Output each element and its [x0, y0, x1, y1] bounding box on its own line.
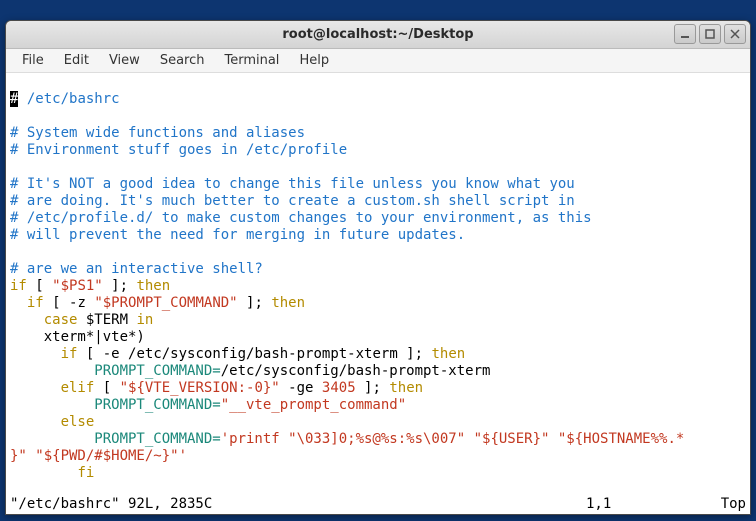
minimize-button[interactable] — [674, 24, 696, 44]
code-line: # are we an interactive shell? — [10, 261, 263, 277]
status-position: 1,1 — [586, 496, 706, 513]
code-line: PROMPT_COMMAND="__vte_prompt_command" — [10, 397, 406, 413]
menu-terminal[interactable]: Terminal — [214, 51, 289, 70]
menu-file[interactable]: File — [12, 51, 54, 70]
window-title: root@localhost:~/Desktop — [6, 27, 750, 42]
code-line: fi — [10, 465, 94, 481]
code-line: # /etc/bashrc — [10, 91, 120, 107]
code-line: else — [10, 414, 94, 430]
status-scroll: Top — [706, 496, 746, 513]
close-button[interactable] — [724, 24, 746, 44]
code-line: # /etc/profile.d/ to make custom changes… — [10, 210, 592, 226]
window-buttons — [674, 24, 746, 44]
titlebar: root@localhost:~/Desktop — [6, 21, 750, 49]
code-line: # It's NOT a good idea to change this fi… — [10, 176, 575, 192]
vim-status-line: "/etc/bashrc" 92L, 2835C 1,1 Top — [10, 496, 746, 513]
status-file: "/etc/bashrc" 92L, 2835C — [10, 496, 586, 513]
menu-edit[interactable]: Edit — [54, 51, 99, 70]
close-icon — [730, 29, 740, 39]
code-line: # System wide functions and aliases — [10, 125, 305, 141]
code-line: PROMPT_COMMAND=/etc/sysconfig/bash-promp… — [10, 363, 490, 379]
code-line: if [ -e /etc/sysconfig/bash-prompt-xterm… — [10, 346, 465, 362]
code-line: PROMPT_COMMAND='printf "\033]0;%s@%s:%s\… — [10, 431, 684, 464]
code-line: # will prevent the need for merging in f… — [10, 227, 465, 243]
menu-view[interactable]: View — [99, 51, 150, 70]
maximize-icon — [705, 29, 715, 39]
code-line: if [ "$PS1" ]; then — [10, 278, 170, 294]
menubar: File Edit View Search Terminal Help — [6, 49, 750, 73]
code-line: # are doing. It's much better to create … — [10, 193, 575, 209]
code-line: if [ -z "$PROMPT_COMMAND" ]; then — [10, 295, 305, 311]
maximize-button[interactable] — [699, 24, 721, 44]
terminal-window: root@localhost:~/Desktop File Edit View … — [5, 20, 751, 515]
code-line: elif [ "${VTE_VERSION:-0}" -ge 3405 ]; t… — [10, 380, 423, 396]
minimize-icon — [680, 29, 690, 39]
code-line: xterm*|vte*) — [10, 329, 145, 345]
menu-help[interactable]: Help — [289, 51, 339, 70]
menu-search[interactable]: Search — [150, 51, 215, 70]
terminal-content[interactable]: # /etc/bashrc # System wide functions an… — [6, 73, 750, 514]
code-line: case $TERM in — [10, 312, 153, 328]
code-line: # Environment stuff goes in /etc/profile — [10, 142, 347, 158]
